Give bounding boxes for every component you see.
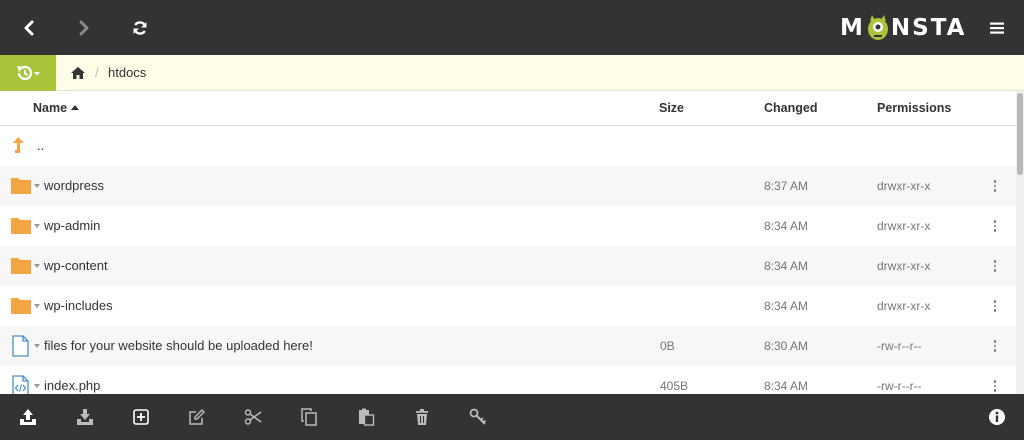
file-list: .. wordpress 8:37 AM drwxr-xr-x wp-admin…	[0, 126, 1016, 394]
file-row[interactable]: index.php 405B 8:34 AM -rw-r--r--	[0, 366, 1016, 394]
hamburger-icon	[990, 22, 1004, 34]
file-changed: 8:37 AM	[764, 179, 809, 193]
info-icon	[989, 409, 1005, 425]
file-size: 0B	[660, 339, 675, 353]
row-actions-icon[interactable]	[987, 297, 1003, 315]
folder-icon	[10, 215, 32, 237]
forward-button[interactable]	[66, 10, 102, 46]
forward-icon	[79, 20, 89, 36]
up-arrow-icon	[10, 135, 32, 157]
file-row[interactable]: wp-includes 8:34 AM drwxr-xr-x	[0, 286, 1016, 326]
parent-directory-label: ..	[37, 138, 45, 153]
file-permissions: -rw-r--r--	[877, 379, 922, 393]
file-row[interactable]: wordpress 8:37 AM drwxr-xr-x	[0, 166, 1016, 206]
logo-text-right: NSTA	[890, 15, 967, 41]
edit-icon	[189, 409, 205, 425]
breadcrumb: / htdocs	[0, 55, 1024, 91]
file-name: files for your website should be uploade…	[44, 338, 313, 353]
home-icon	[71, 67, 85, 79]
file-name: index.php	[44, 378, 101, 393]
info-button[interactable]	[985, 405, 1009, 429]
row-dropdown-icon[interactable]	[34, 184, 40, 188]
row-actions-icon[interactable]	[987, 257, 1003, 275]
file-size: 405B	[660, 379, 689, 393]
file-row[interactable]: wp-admin 8:34 AM drwxr-xr-x	[0, 206, 1016, 246]
back-button[interactable]	[11, 10, 47, 46]
row-dropdown-icon[interactable]	[34, 344, 40, 348]
folder-icon	[10, 255, 32, 277]
file-permissions: drwxr-xr-x	[877, 219, 931, 233]
row-dropdown-icon[interactable]	[34, 304, 40, 308]
home-button[interactable]	[68, 63, 88, 83]
new-item-button[interactable]	[129, 405, 153, 429]
breadcrumb-separator: /	[95, 65, 99, 80]
vertical-scrollbar[interactable]	[1016, 91, 1024, 394]
file-row[interactable]: wp-content 8:34 AM drwxr-xr-x	[0, 246, 1016, 286]
file-name: wordpress	[44, 178, 104, 193]
file-manager-app: M NSTA / htdocs Name Size Changed Permis…	[0, 0, 1024, 440]
file-changed: 8:34 AM	[764, 379, 809, 393]
code-file-icon	[10, 375, 32, 394]
column-permissions[interactable]: Permissions	[877, 101, 951, 115]
parent-directory-row[interactable]: ..	[0, 126, 1016, 166]
sort-ascending-icon	[71, 105, 80, 110]
folder-icon	[10, 295, 32, 317]
file-table-header: Name Size Changed Permissions	[0, 91, 1016, 126]
paste-button[interactable]	[354, 405, 378, 429]
document-icon	[10, 335, 32, 357]
breadcrumb-current[interactable]: htdocs	[108, 65, 146, 80]
column-size[interactable]: Size	[659, 101, 684, 115]
row-dropdown-icon[interactable]	[34, 224, 40, 228]
logo-text-left: M	[840, 15, 865, 41]
delete-icon	[416, 409, 428, 425]
row-actions-icon[interactable]	[987, 337, 1003, 355]
copy-icon	[301, 408, 317, 426]
paste-icon	[359, 408, 375, 426]
main-menu-button[interactable]	[982, 14, 1012, 42]
scrollbar-thumb[interactable]	[1017, 93, 1023, 175]
row-actions-icon[interactable]	[987, 377, 1003, 394]
history-button[interactable]	[0, 55, 56, 91]
folder-icon	[10, 175, 32, 197]
file-permissions: drwxr-xr-x	[877, 299, 931, 313]
column-name[interactable]: Name	[33, 101, 80, 115]
file-permissions: -rw-r--r--	[877, 339, 922, 353]
file-changed: 8:30 AM	[764, 339, 809, 353]
upload-icon	[20, 409, 36, 425]
file-name: wp-content	[44, 258, 108, 273]
cut-icon	[244, 409, 262, 425]
row-dropdown-icon[interactable]	[34, 264, 40, 268]
refresh-icon	[133, 21, 147, 35]
back-icon	[24, 20, 34, 36]
new-item-icon	[133, 409, 149, 425]
column-name-label: Name	[33, 101, 68, 115]
file-permissions: drwxr-xr-x	[877, 179, 931, 193]
file-name: wp-includes	[44, 298, 113, 313]
file-changed: 8:34 AM	[764, 299, 809, 313]
permissions-button[interactable]	[466, 405, 490, 429]
delete-button[interactable]	[410, 405, 434, 429]
edit-button[interactable]	[185, 405, 209, 429]
monster-logo-icon	[866, 14, 890, 42]
refresh-button[interactable]	[122, 10, 158, 46]
top-toolbar: M NSTA	[0, 0, 1024, 55]
row-actions-icon[interactable]	[987, 177, 1003, 195]
key-icon	[469, 408, 487, 425]
copy-button[interactable]	[297, 405, 321, 429]
file-changed: 8:34 AM	[764, 259, 809, 273]
file-row[interactable]: files for your website should be uploade…	[0, 326, 1016, 366]
file-changed: 8:34 AM	[764, 219, 809, 233]
download-button[interactable]	[73, 405, 97, 429]
download-icon	[77, 409, 93, 425]
file-name: wp-admin	[44, 218, 101, 233]
bottom-toolbar	[0, 394, 1024, 440]
row-actions-icon[interactable]	[987, 217, 1003, 235]
upload-button[interactable]	[16, 405, 40, 429]
monsta-logo: M NSTA	[840, 13, 966, 43]
row-dropdown-icon[interactable]	[34, 384, 40, 388]
file-permissions: drwxr-xr-x	[877, 259, 931, 273]
column-changed[interactable]: Changed	[764, 101, 817, 115]
cut-button[interactable]	[241, 405, 265, 429]
history-icon	[17, 65, 40, 81]
